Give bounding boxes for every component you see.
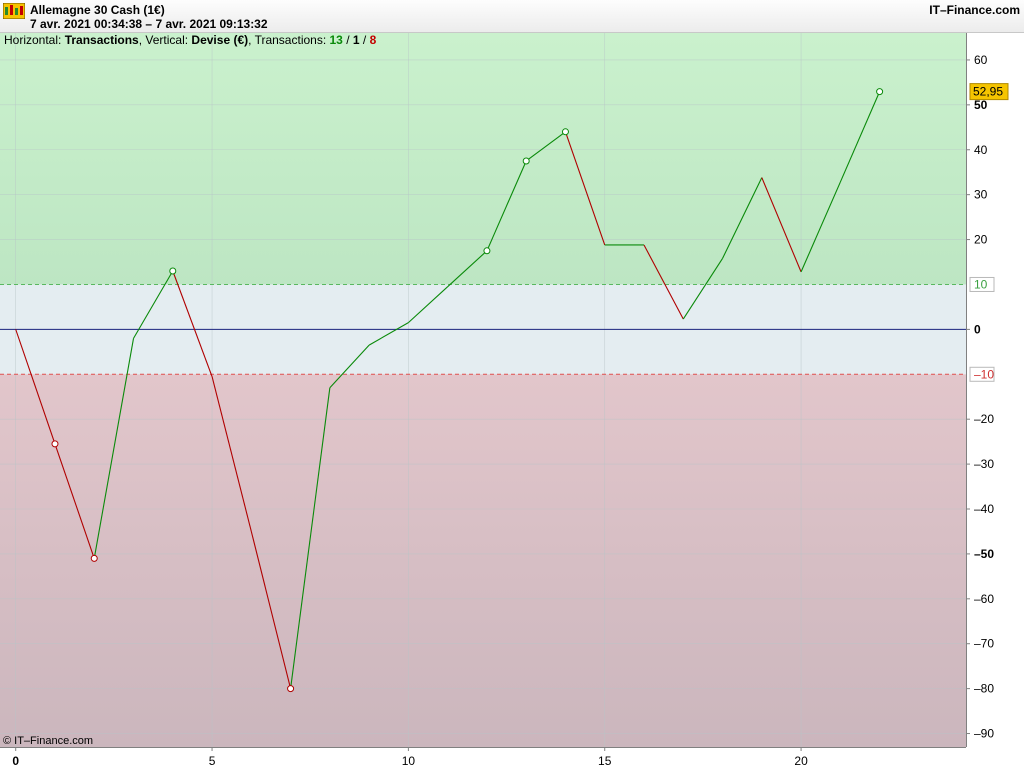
x-tick-label: 5 xyxy=(209,754,216,768)
trade-marker xyxy=(561,128,569,136)
separator: / xyxy=(359,33,370,47)
copyright: © IT–Finance.com xyxy=(3,735,94,747)
horizontal-value: Transactions xyxy=(64,33,139,47)
y-tick-label: –50 xyxy=(974,547,994,561)
vertical-label: , Vertical: xyxy=(138,33,192,47)
horizontal-label: Horizontal: xyxy=(4,33,65,47)
trade-marker xyxy=(51,440,59,448)
trade-marker xyxy=(169,267,177,275)
trade-marker xyxy=(90,554,98,562)
chart-info: Horizontal: Transactions, Vertical: Devi… xyxy=(4,33,376,47)
x-tick-label: 10 xyxy=(402,754,416,768)
neutral-count: 1 xyxy=(352,33,360,47)
x-tick-label: 0 xyxy=(12,754,19,768)
winning-count: 13 xyxy=(329,33,343,47)
last-value-label: 52,95 xyxy=(973,85,1003,99)
trade-marker xyxy=(483,247,491,255)
trade-marker xyxy=(287,685,295,693)
y-tick-label: –30 xyxy=(974,457,994,471)
profit-zone xyxy=(0,33,966,285)
y-tick-label: –80 xyxy=(974,682,994,696)
y-tick-label: 60 xyxy=(974,53,988,67)
y-tick-label: 40 xyxy=(974,143,988,157)
vertical-value: Devise (€) xyxy=(191,33,249,47)
loss-zone xyxy=(0,374,966,747)
y-tick-label: –90 xyxy=(974,727,994,741)
lower-threshold-label: –10 xyxy=(974,367,994,381)
separator: / xyxy=(342,33,353,47)
y-tick-label: 0 xyxy=(974,322,981,336)
upper-threshold-label: 10 xyxy=(974,277,988,291)
x-tick-label: 20 xyxy=(794,754,808,768)
pnl-chart: 60504030200–20–30–40–50–60–70–80–9010–10… xyxy=(0,33,1009,768)
losing-count: 8 xyxy=(369,33,377,47)
trade-marker xyxy=(522,157,530,165)
y-tick-label: 30 xyxy=(974,188,988,202)
y-tick-label: –40 xyxy=(974,502,994,516)
y-tick-label: –70 xyxy=(974,637,994,651)
x-tick-label: 15 xyxy=(598,754,612,768)
y-tick-label: 20 xyxy=(974,233,988,247)
trade-marker xyxy=(876,88,884,96)
y-tick-label: –60 xyxy=(974,592,994,606)
transactions-label: , Transactions: xyxy=(248,33,330,47)
y-tick-label: –20 xyxy=(974,412,994,426)
